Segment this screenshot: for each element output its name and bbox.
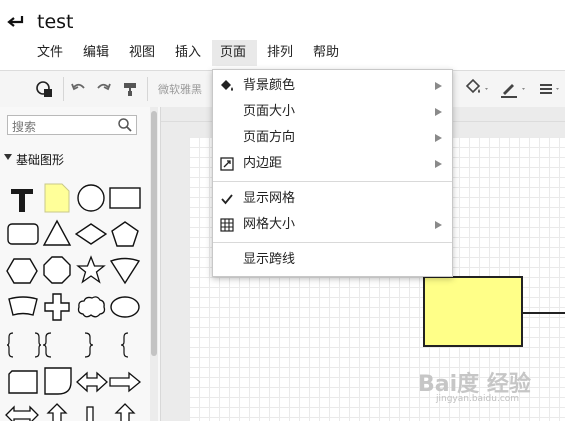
off-page-connector-shape[interactable] [43,366,73,396]
double-arrow-shape[interactable] [76,371,108,393]
connector-line[interactable] [523,312,565,314]
watermark-url: jingyan.baidu.com [436,394,520,404]
submenu-arrow-icon [435,82,442,90]
ellipse-shape[interactable] [109,295,141,319]
left-right-arrow-shape[interactable] [5,405,39,421]
menu-item-background-color[interactable]: 背景颜色 [213,73,452,99]
submenu-arrow-icon [435,160,442,168]
right-brace-shape[interactable] [82,331,96,359]
banner-shape[interactable] [7,295,39,319]
right-arrow-shape[interactable] [109,371,141,393]
back-arrow-icon[interactable] [4,9,26,31]
shape-style-icon[interactable] [33,77,57,101]
font-family-select[interactable]: 微软雅黑 [158,81,202,97]
text-shape[interactable] [8,185,36,215]
menu-edit[interactable]: 编辑 [77,40,115,66]
cloud-shape[interactable] [76,294,106,320]
toolbar-divider [147,77,148,101]
menu-item-grid-size[interactable]: 网格大小 [213,212,452,238]
search-input[interactable] [8,118,122,136]
format-painter-icon[interactable] [121,77,139,101]
star-shape[interactable] [76,255,106,285]
menu-item-page-orientation[interactable]: 页面方向 [213,125,452,151]
braces-shape[interactable] [6,331,42,359]
sidebar-scrollbar[interactable] [150,107,158,421]
menu-arrange[interactable]: 排列 [261,40,299,66]
menu-item-page-size[interactable]: 页面大小 [213,99,452,125]
menu-page[interactable]: 页面 [212,40,257,66]
toolbar-divider [63,77,64,101]
menu-bar: 文件 编辑 视图 插入 页面 排列 帮助 [0,40,565,66]
search-box [7,115,137,136]
grid-icon [220,218,234,232]
menu-help[interactable]: 帮助 [307,40,345,66]
paint-bucket-icon [221,80,233,91]
up-arrow-2-shape[interactable] [114,403,136,421]
line-style-icon[interactable] [537,77,563,101]
redo-icon[interactable] [94,77,112,101]
search-icon[interactable] [117,117,133,133]
menu-item-padding[interactable]: 内边距 [213,151,452,177]
triangle-shape[interactable] [42,219,72,247]
rectangle-shape[interactable] [109,187,141,209]
yellow-rectangle-shape[interactable] [423,276,523,347]
watermark: Bai度 经验 jingyan.baidu.com [418,358,565,418]
menu-divider [213,242,452,243]
palette-title: 基础图形 [16,153,65,167]
fill-color-icon[interactable] [462,77,492,101]
left-brace-shape[interactable] [40,331,54,359]
cross-shape[interactable] [43,292,71,322]
shape-sidebar: 基础图形 [0,107,161,421]
menu-insert[interactable]: 插入 [169,40,207,66]
curly-brace-shape[interactable] [118,331,132,359]
submenu-arrow-icon [435,134,442,142]
diamond-shape[interactable] [75,223,107,245]
octagon-shape[interactable] [42,255,72,285]
check-icon [221,194,233,205]
rounded-rectangle-shape[interactable] [7,223,39,245]
menu-item-show-line-jumps[interactable]: 显示跨线 [213,247,452,273]
menu-file[interactable]: 文件 [31,40,69,66]
document-title[interactable]: test [37,11,74,33]
document-shape[interactable] [7,369,39,395]
page-menu-dropdown: 背景颜色 页面大小 页面方向 内边距 显示网格 网格大小 显示跨线 [212,69,453,277]
submenu-arrow-icon [435,108,442,116]
vertical-bar-shape[interactable] [82,405,98,421]
note-shape[interactable] [44,183,70,213]
line-color-icon[interactable] [498,77,530,101]
hexagon-shape[interactable] [6,257,38,285]
pentagon-shape[interactable] [110,220,140,248]
scrollbar-thumb[interactable] [151,111,157,356]
padding-icon [220,157,234,171]
submenu-arrow-icon [435,221,442,229]
sector-shape[interactable] [109,255,141,285]
undo-icon[interactable] [70,77,88,101]
menu-view[interactable]: 视图 [123,40,161,66]
palette-header-basic[interactable]: 基础图形 [3,151,148,169]
title-bar: test [0,0,565,40]
up-arrow-shape[interactable] [46,403,68,421]
menu-item-show-grid[interactable]: 显示网格 [213,186,452,212]
menu-divider [213,181,452,182]
circle-shape[interactable] [76,183,106,213]
collapse-arrow-icon [4,154,12,160]
